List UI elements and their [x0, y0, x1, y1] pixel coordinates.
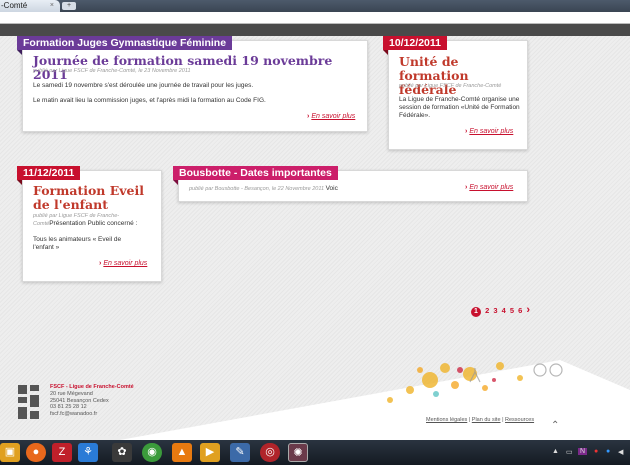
page-current[interactable]: 1: [471, 307, 481, 317]
footer-city: 25041 Besançon Cedex: [50, 397, 109, 404]
fscf-logo[interactable]: [16, 383, 44, 423]
category-ribbon: Bousbotte - Dates importantes: [173, 166, 338, 185]
address-bar[interactable]: [0, 12, 630, 24]
article-meta: publié par Ligue FSCF de Franche-ComtéPr…: [33, 213, 143, 228]
page-link[interactable]: 2: [485, 306, 489, 315]
read-more-link[interactable]: › En savoir plus: [465, 184, 513, 191]
chevron-right-icon: ›: [465, 184, 468, 191]
date-ribbon: 11/12/2011: [17, 166, 81, 185]
date-label: 11/12/2011: [23, 167, 75, 179]
footer-phone: 03 81 25 28 12: [50, 404, 87, 411]
settings-icon[interactable]: ✿: [112, 443, 132, 462]
news-card-eveil-enfant: 11/12/2011 Formation Eveil de l'enfant p…: [17, 166, 162, 282]
article-title[interactable]: Formation Eveil de l'enfant: [33, 184, 158, 212]
page-link[interactable]: 3: [493, 306, 497, 315]
footer-email[interactable]: fscf.fc@wanadoo.fr: [50, 411, 134, 418]
article-text: Le samedi 19 novembre s'est déroulée une…: [33, 82, 254, 89]
read-more-label: En savoir plus: [469, 128, 514, 135]
ribbon-fold: [17, 50, 22, 55]
close-icon[interactable]: ×: [50, 0, 54, 12]
article-meta-tail: Voic: [325, 185, 338, 192]
firefox-icon[interactable]: ●: [26, 443, 46, 462]
site-toolbar: [0, 24, 630, 36]
read-more-label: En savoir plus: [469, 184, 514, 191]
tray-blue-icon[interactable]: ●: [606, 448, 610, 455]
article-title[interactable]: Unité de formation fédérale: [399, 55, 519, 97]
network-icon[interactable]: ⚘: [78, 443, 98, 462]
chrome-icon[interactable]: ◉: [142, 443, 162, 462]
chevron-right-icon: ›: [307, 113, 310, 120]
article-text: La Ligue de Franche-Comté organise une s…: [399, 96, 520, 119]
category-ribbon: Formation Juges Gymnastique Féminine: [17, 36, 233, 55]
read-more-link[interactable]: › En savoir plus: [99, 260, 147, 267]
article-meta: publié par Bousbotte - Besançon, le 22 N…: [189, 185, 338, 193]
page-link[interactable]: 4: [502, 306, 506, 315]
ribbon-fold: [383, 50, 388, 55]
article-meta: publié par Ligue FSCF de Franche-Comté, …: [33, 68, 191, 74]
read-more-label: En savoir plus: [103, 260, 148, 267]
read-more-label: En savoir plus: [311, 113, 356, 120]
browser-tab-bar: -Comté × +: [0, 0, 630, 12]
link-separator: |: [468, 417, 471, 423]
browser-tab-title: -Comté: [1, 1, 28, 10]
page-link[interactable]: 5: [510, 306, 514, 315]
media-player-icon[interactable]: ▶: [200, 443, 220, 462]
onenote-icon[interactable]: N: [578, 448, 588, 455]
news-card-unite-formation: 10/12/2011 Unité de formation fédérale p…: [383, 36, 528, 150]
read-more-link[interactable]: › En savoir plus: [307, 113, 355, 120]
active-app-icon[interactable]: ✺: [288, 443, 308, 462]
page-link[interactable]: 6: [518, 306, 522, 315]
folder-icon[interactable]: ▣: [0, 443, 20, 462]
next-page-icon[interactable]: ›: [526, 304, 530, 316]
pagination: 1 2 3 4 5 6 ›: [471, 304, 532, 317]
tray-arrow-icon[interactable]: ▲: [552, 448, 559, 455]
paint-icon[interactable]: ✎: [230, 443, 250, 462]
vlc-icon[interactable]: ▲: [172, 443, 192, 462]
article-text: Tous les animateurs « Eveil de l'enfant …: [33, 236, 122, 251]
article-meta-tail: Présentation Public concerné :: [49, 220, 138, 227]
filezilla-icon[interactable]: Z: [52, 443, 72, 462]
category-label: Formation Juges Gymnastique Féminine: [23, 37, 227, 49]
scroll-top-icon[interactable]: ⌃: [551, 420, 559, 431]
browser-tab[interactable]: -Comté ×: [0, 0, 60, 12]
footer-links: Mentions légales | Plan du site | Ressou…: [426, 417, 534, 423]
article-meta-author: publié par Bousbotte - Besançon, le 22 N…: [189, 186, 325, 192]
link-separator: |: [502, 417, 504, 423]
ribbon-fold: [173, 180, 178, 185]
footer-address: FSCF - Ligue de Franche-Comté 20 rue Még…: [50, 384, 134, 418]
footer-street: 20 rue Mégevand: [50, 390, 93, 397]
article-meta: publié par Ligue FSCF de Franche-Comté: [399, 83, 502, 89]
chevron-right-icon: ›: [99, 260, 102, 267]
date-ribbon: 10/12/2011: [383, 36, 447, 55]
news-card-bousbotte: Bousbotte - Dates importantes publié par…: [173, 166, 528, 202]
article-text: Le matin avait lieu la commission juges,…: [33, 97, 266, 104]
news-card-juges: Formation Juges Gymnastique Féminine Jou…: [17, 36, 368, 132]
record-icon[interactable]: ◎: [260, 443, 280, 462]
tray-red-icon[interactable]: ●: [594, 448, 598, 455]
ribbon-fold: [17, 180, 22, 185]
footer-org-name: FSCF - Ligue de Franche-Comté: [50, 384, 134, 390]
resources-link[interactable]: Ressources: [505, 417, 534, 423]
tray-network-icon[interactable]: ▭: [566, 448, 573, 456]
category-label: Bousbotte - Dates importantes: [179, 167, 332, 179]
read-more-link[interactable]: › En savoir plus: [465, 128, 513, 135]
new-tab-button[interactable]: +: [62, 2, 76, 10]
volume-icon[interactable]: ◀: [618, 448, 623, 456]
os-taskbar: ▣ ● Z ⚘ ✿ ◉ ▲ ▶ ✎ ◎ ✺ ▲ ▭ N ● ● ◀: [0, 440, 630, 465]
sitemap-link[interactable]: Plan du site: [472, 417, 501, 423]
legal-link[interactable]: Mentions légales: [426, 417, 467, 423]
date-label: 10/12/2011: [389, 37, 441, 49]
chevron-right-icon: ›: [465, 128, 468, 135]
